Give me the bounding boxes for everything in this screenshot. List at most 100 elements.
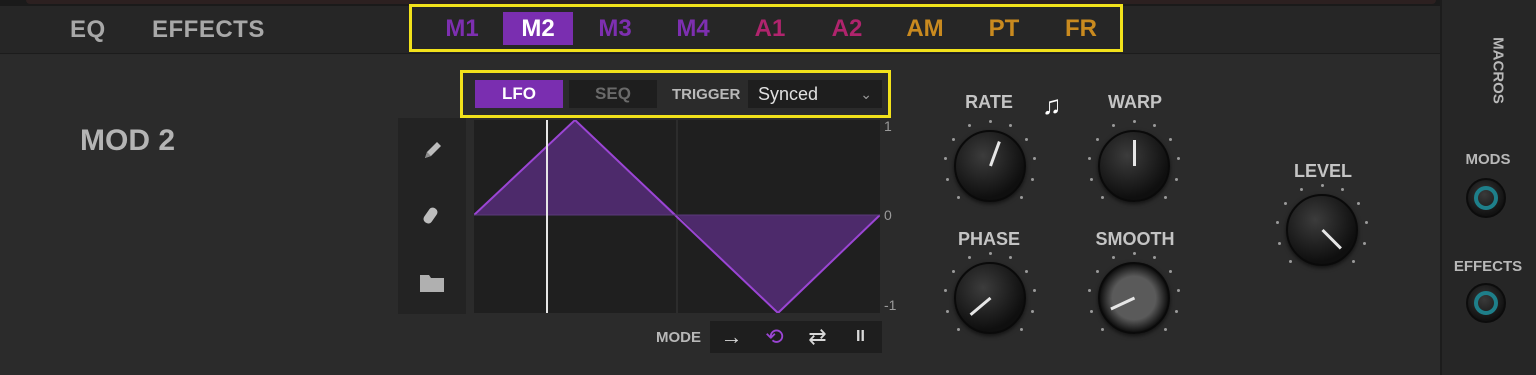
knob-tick <box>944 289 948 293</box>
knob-tick <box>944 157 948 161</box>
knob-tick <box>968 256 972 260</box>
knob-tick <box>1176 157 1180 161</box>
knob-tick <box>1168 270 1172 274</box>
knob-tick <box>1288 260 1292 264</box>
tab-eq[interactable]: EQ <box>70 16 106 44</box>
rate-knob[interactable] <box>942 118 1038 214</box>
seq-button[interactable]: SEQ <box>569 80 657 108</box>
tab-a2[interactable]: A2 <box>812 12 882 45</box>
effects-knob-ring <box>1474 291 1498 315</box>
knob-tick <box>1168 138 1172 142</box>
warp-label: WARP <box>1108 92 1162 112</box>
knob-tick <box>1031 178 1035 182</box>
knob-tick <box>1096 138 1100 142</box>
macros-label[interactable]: MACROS <box>1490 31 1507 111</box>
mode-bar: → ⟲ ⇄ II <box>710 321 882 353</box>
phase-label: PHASE <box>957 229 1020 249</box>
knob-tick <box>956 328 960 332</box>
knob-tick <box>1032 289 1036 293</box>
tab-a1[interactable]: A1 <box>735 12 805 45</box>
effects-knob[interactable] <box>1466 283 1506 323</box>
folder-icon[interactable] <box>416 266 448 298</box>
knob-tick <box>1152 124 1156 128</box>
knob-tick <box>968 124 972 128</box>
warp-knob[interactable] <box>1086 118 1182 214</box>
knob-tick <box>1088 157 1092 161</box>
lfo-button[interactable]: LFO <box>475 80 563 108</box>
music-note-icon[interactable]: ♫ <box>1042 90 1062 121</box>
knob-tick <box>1175 310 1179 314</box>
mod-title: MOD 2 <box>80 124 176 157</box>
knob-tick <box>1008 124 1012 128</box>
knob-tick <box>1284 202 1288 206</box>
lfo-waveform-display[interactable] <box>473 118 881 315</box>
knob-tick <box>1020 196 1024 200</box>
knob-tick <box>1164 196 1168 200</box>
knob-tick <box>1152 256 1156 260</box>
pencil-icon[interactable] <box>416 134 448 166</box>
knob-tick <box>1100 196 1104 200</box>
knob-tick <box>1100 328 1104 332</box>
ping-pong-icon[interactable]: ⇄ <box>796 321 839 353</box>
trigger-select[interactable]: Synced ⌄ <box>748 80 882 108</box>
knob-tick <box>956 196 960 200</box>
level-knob[interactable] <box>1274 182 1370 278</box>
knob-tick <box>1363 242 1367 246</box>
tab-m2[interactable]: M2 <box>503 12 573 45</box>
shape-toolbox <box>398 118 466 314</box>
phase-knob[interactable] <box>942 250 1038 346</box>
tab-fr[interactable]: FR <box>1046 12 1116 45</box>
mod-tab-group: M1 M2 M3 M4 A1 A2 AM PT FR <box>409 4 1123 52</box>
knob-tick <box>1300 188 1304 192</box>
knob-tick <box>1089 310 1093 314</box>
trigger-value: Synced <box>758 84 819 104</box>
one-shot-arrow-icon[interactable]: → <box>710 321 753 353</box>
tab-m4[interactable]: M4 <box>658 12 728 45</box>
knob-tick <box>1020 328 1024 332</box>
mode-label: MODE <box>656 329 701 346</box>
scale-bottom-label: -1 <box>884 297 897 313</box>
knob-tick <box>1277 242 1281 246</box>
warp-knob-pointer <box>1133 140 1136 166</box>
knob-tick <box>1032 157 1036 161</box>
knob-tick <box>1164 328 1168 332</box>
knob-tick <box>1364 221 1368 225</box>
knob-tick <box>952 138 956 142</box>
knob-tick <box>1356 202 1360 206</box>
tab-effects[interactable]: EFFECTS <box>152 16 265 44</box>
tab-pt[interactable]: PT <box>969 12 1039 45</box>
trigger-label: TRIGGER <box>672 86 741 103</box>
mods-knob-ring <box>1474 186 1498 210</box>
tab-am[interactable]: AM <box>890 12 960 45</box>
knob-tick <box>988 251 992 255</box>
knob-tick <box>1024 138 1028 142</box>
tab-m3[interactable]: M3 <box>580 12 650 45</box>
chevron-down-icon: ⌄ <box>860 86 872 102</box>
knob-tick <box>1276 221 1280 225</box>
knob-tick <box>1175 178 1179 182</box>
mods-knob[interactable] <box>1466 178 1506 218</box>
knob-tick <box>945 178 949 182</box>
smooth-knob[interactable] <box>1086 250 1182 346</box>
loop-icon[interactable]: ⟲ <box>753 321 796 353</box>
knob-tick <box>1008 256 1012 260</box>
knob-tick <box>1088 289 1092 293</box>
knob-tick <box>1176 289 1180 293</box>
knob-tick <box>1112 124 1116 128</box>
smooth-label: SMOOTH <box>1095 229 1175 249</box>
scale-mid-label: 0 <box>884 207 892 223</box>
knob-tick <box>1089 178 1093 182</box>
pause-icon[interactable]: II <box>839 321 882 353</box>
level-label: LEVEL <box>1293 161 1352 181</box>
knob-tick <box>952 270 956 274</box>
rate-label: RATE <box>965 92 1013 112</box>
scale-top-label: 1 <box>884 118 892 134</box>
eraser-icon[interactable] <box>416 200 448 232</box>
effects-label: EFFECTS <box>1453 258 1523 275</box>
knob-tick <box>1352 260 1356 264</box>
knob-tick <box>988 119 992 123</box>
tab-m1[interactable]: M1 <box>427 12 497 45</box>
knob-tick <box>1320 183 1324 187</box>
knob-tick <box>1132 119 1136 123</box>
knob-tick <box>1132 251 1136 255</box>
